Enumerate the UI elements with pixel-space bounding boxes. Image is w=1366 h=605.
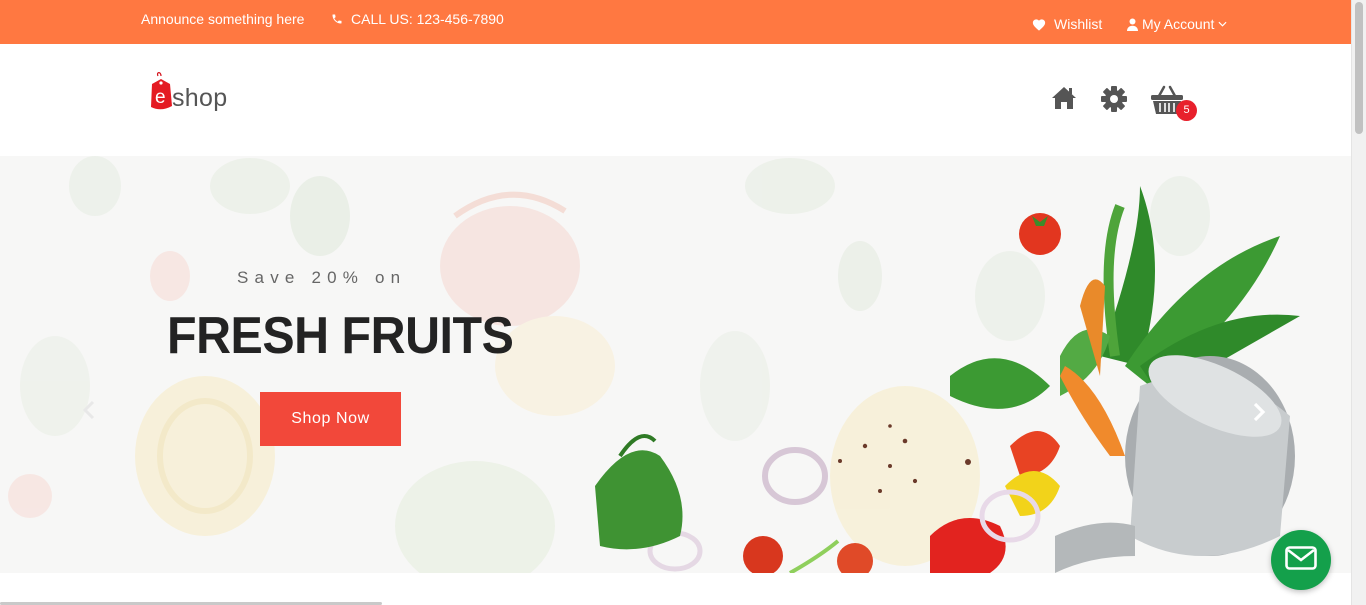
phone-icon <box>331 13 343 25</box>
wishlist-link[interactable]: Wishlist <box>1032 16 1102 32</box>
chevron-down-icon <box>1218 21 1227 27</box>
envelope-icon <box>1285 545 1317 575</box>
slider-next-arrow[interactable] <box>1252 402 1266 427</box>
hero-slider: Save 20% on FRESH FRUITS Shop Now <box>0 156 1351 573</box>
slider-prev-arrow[interactable] <box>82 400 96 425</box>
user-icon <box>1127 18 1138 31</box>
cart-count-badge: 5 <box>1176 100 1197 121</box>
wishlist-label: Wishlist <box>1054 16 1103 32</box>
call-us-text: CALL US: 123-456-7890 <box>351 11 504 27</box>
shop-now-button[interactable]: Shop Now <box>260 392 401 446</box>
vertical-scrollbar[interactable] <box>1351 0 1366 605</box>
hero-title: FRESH FRUITS <box>167 307 514 365</box>
hero-subtitle: Save 20% on <box>237 268 407 287</box>
logo-text: shop <box>172 84 228 112</box>
announcement-bar: Announce something here CALL US: 123-456… <box>0 0 1351 44</box>
eshop-logo[interactable]: e shop <box>148 72 248 114</box>
svg-text:e: e <box>155 87 166 108</box>
announcement-text: Announce something here <box>141 11 305 27</box>
call-us: CALL US: 123-456-7890 <box>331 11 504 27</box>
my-account-dropdown[interactable]: My Account <box>1127 16 1227 32</box>
my-account-label: My Account <box>1142 16 1215 32</box>
home-icon[interactable] <box>1051 86 1077 115</box>
vegetables-pot-image <box>595 186 1300 573</box>
site-header: e shop <box>0 44 1351 156</box>
contact-mail-button[interactable] <box>1271 530 1331 590</box>
scrollbar-thumb[interactable] <box>1355 2 1363 134</box>
page: Announce something here CALL US: 123-456… <box>0 0 1366 605</box>
gear-icon[interactable] <box>1101 86 1127 117</box>
heart-icon <box>1032 18 1046 31</box>
